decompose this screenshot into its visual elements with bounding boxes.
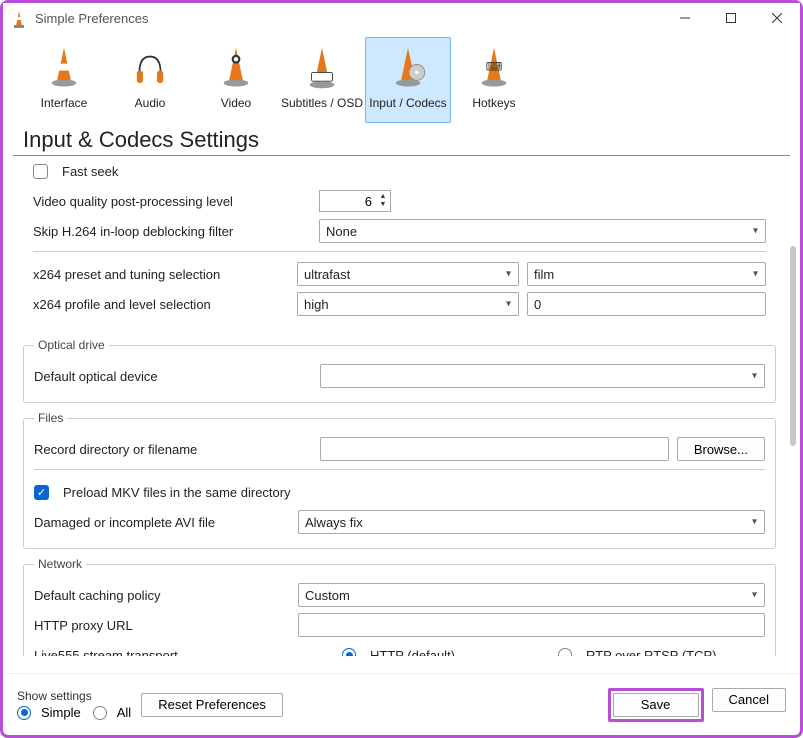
optical-group: Optical drive Default optical device xyxy=(23,338,776,403)
x264-preset-label: x264 preset and tuning selection xyxy=(33,267,289,282)
tab-audio[interactable]: Audio xyxy=(107,37,193,123)
show-simple-radio[interactable] xyxy=(17,706,31,720)
app-icon xyxy=(11,10,27,26)
live555-http-label: HTTP (default) xyxy=(370,648,550,657)
vq-spinner[interactable]: 6 ▲▼ xyxy=(319,190,391,212)
show-simple-label: Simple xyxy=(41,705,81,720)
avi-select[interactable]: Always fix xyxy=(298,510,765,534)
minimize-button[interactable] xyxy=(662,3,708,33)
fast-seek-checkbox[interactable] xyxy=(33,164,48,179)
cancel-button[interactable]: Cancel xyxy=(712,688,786,712)
svg-text:⌨: ⌨ xyxy=(486,62,503,74)
spin-up-icon[interactable]: ▲ xyxy=(376,193,390,201)
files-legend: Files xyxy=(34,411,67,425)
sub-cone-icon xyxy=(298,44,346,92)
tab-label: Input / Codecs xyxy=(369,96,446,110)
window-title: Simple Preferences xyxy=(35,11,662,26)
page-title: Input & Codecs Settings xyxy=(13,123,790,156)
tab-label: Subtitles / OSD xyxy=(281,96,363,110)
optical-device-label: Default optical device xyxy=(34,369,312,384)
network-legend: Network xyxy=(34,557,86,571)
divider xyxy=(34,469,765,470)
fast-seek-label: Fast seek xyxy=(62,164,118,179)
tab-label: Video xyxy=(221,96,251,110)
preload-mkv-label: Preload MKV files in the same directory xyxy=(63,485,291,500)
titlebar: Simple Preferences xyxy=(3,3,800,33)
codecs-group: Fast seek Video quality post-processing … xyxy=(23,156,776,330)
avi-label: Damaged or incomplete AVI file xyxy=(34,515,290,530)
divider xyxy=(33,251,766,252)
vq-value: 6 xyxy=(320,194,376,209)
x264-profile-label: x264 profile and level selection xyxy=(33,297,289,312)
spin-down-icon[interactable]: ▼ xyxy=(376,201,390,209)
tab-label: Audio xyxy=(135,96,166,110)
tab-video[interactable]: Video xyxy=(193,37,279,123)
network-group: Network Default caching policy Custom HT… xyxy=(23,557,776,656)
skip-label: Skip H.264 in-loop deblocking filter xyxy=(33,224,311,239)
save-highlight: Save xyxy=(608,688,704,722)
reset-preferences-button[interactable]: Reset Preferences xyxy=(141,693,283,717)
proxy-label: HTTP proxy URL xyxy=(34,618,290,633)
proxy-input[interactable] xyxy=(298,613,765,637)
tab-hotkeys[interactable]: ⌨ Hotkeys xyxy=(451,37,537,123)
browse-button[interactable]: Browse... xyxy=(677,437,765,461)
tab-input-codecs[interactable]: Input / Codecs xyxy=(365,37,451,123)
live555-label: Live555 stream transport xyxy=(34,648,334,657)
footer: Show settings Simple All Reset Preferenc… xyxy=(3,673,800,735)
close-button[interactable] xyxy=(754,3,800,33)
key-cone-icon: ⌨ xyxy=(470,44,518,92)
caching-label: Default caching policy xyxy=(34,588,290,603)
scrollbar[interactable] xyxy=(790,246,796,446)
x264-tune-select[interactable]: film xyxy=(527,262,766,286)
x264-preset-select[interactable]: ultrafast xyxy=(297,262,519,286)
tab-subtitles[interactable]: Subtitles / OSD xyxy=(279,37,365,123)
record-label: Record directory or filename xyxy=(34,442,312,457)
show-all-label: All xyxy=(117,705,131,720)
preload-mkv-checkbox[interactable]: ✓ xyxy=(34,485,49,500)
tab-interface[interactable]: Interface xyxy=(21,37,107,123)
live555-rtp-radio[interactable] xyxy=(558,648,572,656)
category-toolbar: Interface Audio Video Subtitles / OSD In… xyxy=(3,33,800,123)
x264-profile-select[interactable]: high xyxy=(297,292,519,316)
show-all-radio[interactable] xyxy=(93,706,107,720)
settings-content: Fast seek Video quality post-processing … xyxy=(3,156,800,656)
optical-legend: Optical drive xyxy=(34,338,109,352)
optical-device-select[interactable] xyxy=(320,364,765,388)
skip-select[interactable]: None xyxy=(319,219,766,243)
live555-rtp-label: RTP over RTSP (TCP) xyxy=(586,648,717,657)
files-group: Files Record directory or filename Brows… xyxy=(23,411,776,549)
headphones-icon xyxy=(126,44,174,92)
cone-icon xyxy=(40,44,88,92)
save-button[interactable]: Save xyxy=(613,693,699,717)
live555-http-radio[interactable] xyxy=(342,648,356,656)
video-cone-icon xyxy=(212,44,260,92)
tab-label: Interface xyxy=(41,96,88,110)
maximize-button[interactable] xyxy=(708,3,754,33)
x264-level-input[interactable] xyxy=(527,292,766,316)
tab-label: Hotkeys xyxy=(472,96,515,110)
disc-cone-icon xyxy=(384,44,432,92)
record-input[interactable] xyxy=(320,437,669,461)
caching-select[interactable]: Custom xyxy=(298,583,765,607)
show-settings-group: Show settings Simple All xyxy=(17,689,131,720)
vq-label: Video quality post-processing level xyxy=(33,194,311,209)
show-settings-label: Show settings xyxy=(17,689,131,703)
